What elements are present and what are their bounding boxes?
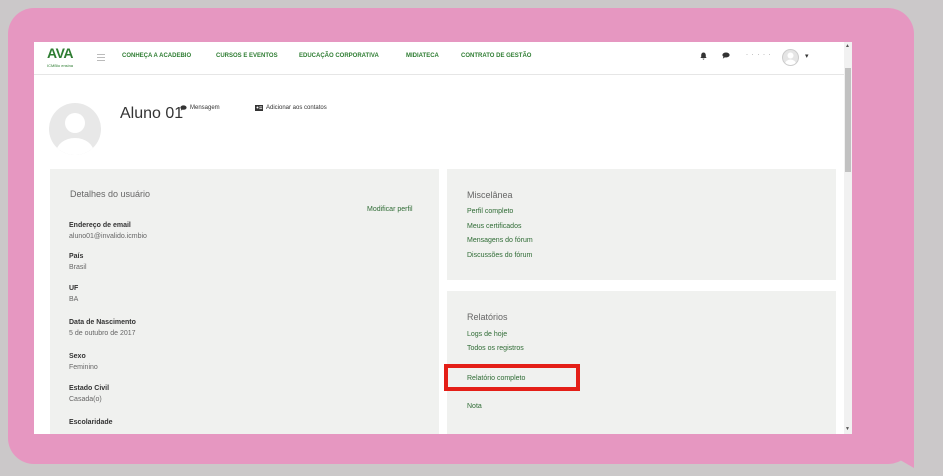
- field-value-email: aluno01@invalido.icmbio: [69, 233, 147, 240]
- message-icon: [180, 105, 187, 111]
- field-value-state: BA: [69, 296, 79, 303]
- nav-item-midiateca[interactable]: MIDIATECA: [406, 53, 439, 59]
- misc-link-certificates[interactable]: Meus certificados: [467, 223, 521, 230]
- field-label-email: Endereço de email: [69, 222, 131, 229]
- highlight-box: [444, 364, 580, 391]
- scroll-down-arrow-icon[interactable]: ▼: [845, 426, 850, 432]
- field-label-sex: Sexo: [69, 353, 86, 360]
- logo-subtitle: ICMBio ensina: [47, 63, 74, 68]
- user-details-card: Detalhes do usuário Modificar perfil End…: [50, 169, 439, 434]
- chat-icon[interactable]: [722, 52, 730, 61]
- edit-profile-link[interactable]: Modificar perfil: [367, 206, 413, 213]
- reports-link-all-logs[interactable]: Todos os registros: [467, 345, 524, 352]
- field-label-education: Escolaridade: [69, 419, 113, 426]
- nav-item-cursos[interactable]: CURSOS E EVENTOS: [216, 53, 278, 59]
- field-value-birthdate: 5 de outubro de 2017: [69, 330, 136, 337]
- field-label-birthdate: Data de Nascimento: [69, 319, 136, 326]
- scroll-up-arrow-icon[interactable]: ▲: [845, 43, 850, 49]
- contact-card-icon: [255, 105, 263, 111]
- field-label-state: UF: [69, 285, 79, 292]
- misc-card: Miscelânea Perfil completo Meus certific…: [447, 169, 836, 280]
- field-label-marital: Estado Civil: [69, 385, 110, 392]
- add-contact-button[interactable]: Adicionar aos contatos: [255, 105, 327, 111]
- speech-bubble-tail: [862, 438, 914, 468]
- top-navbar: AVA ICMBio ensina CONHEÇA A ACADEBIO CUR…: [34, 42, 844, 75]
- field-label-country: País: [69, 253, 84, 260]
- message-label: Mensagem: [190, 105, 220, 111]
- misc-link-forum-discussions[interactable]: Discussões do fórum: [467, 252, 532, 259]
- user-details-title: Detalhes do usuário: [70, 189, 151, 199]
- field-value-country: Brasil: [69, 264, 87, 271]
- ava-logo[interactable]: AVA ICMBio ensina: [47, 45, 81, 71]
- profile-avatar: [49, 103, 101, 155]
- logo-text: AVA: [47, 45, 73, 61]
- misc-link-forum-messages[interactable]: Mensagens do fórum: [467, 237, 533, 244]
- misc-title: Miscelânea: [467, 190, 513, 200]
- field-value-sex: Feminino: [69, 364, 98, 371]
- misc-link-full-profile[interactable]: Perfil completo: [467, 208, 513, 215]
- reports-link-grade[interactable]: Nota: [467, 403, 482, 410]
- browser-screenshot: AVA ICMBio ensina CONHEÇA A ACADEBIO CUR…: [34, 42, 852, 434]
- nav-item-conheca[interactable]: CONHEÇA A ACADEBIO: [122, 53, 191, 59]
- reports-card: Relatórios Logs de hoje Todos os registr…: [447, 291, 836, 434]
- bell-icon[interactable]: [700, 52, 707, 62]
- nav-item-contrato[interactable]: CONTRATO DE GESTÃO: [461, 53, 531, 59]
- reports-title: Relatórios: [467, 312, 508, 322]
- user-name-menu[interactable]: · · · · ·: [746, 52, 772, 58]
- chevron-down-icon[interactable]: ▾: [805, 52, 809, 60]
- reports-link-today-logs[interactable]: Logs de hoje: [467, 331, 507, 338]
- profile-name: Aluno 01: [120, 105, 184, 122]
- scrollbar-thumb[interactable]: [845, 68, 851, 172]
- user-avatar-small[interactable]: [782, 49, 799, 66]
- hamburger-menu-icon[interactable]: [97, 54, 105, 61]
- field-value-marital: Casada(o): [69, 396, 102, 403]
- message-button[interactable]: Mensagem: [180, 105, 220, 111]
- nav-item-educacao[interactable]: EDUCAÇÃO CORPORATIVA: [299, 53, 379, 59]
- add-contact-label: Adicionar aos contatos: [266, 105, 327, 111]
